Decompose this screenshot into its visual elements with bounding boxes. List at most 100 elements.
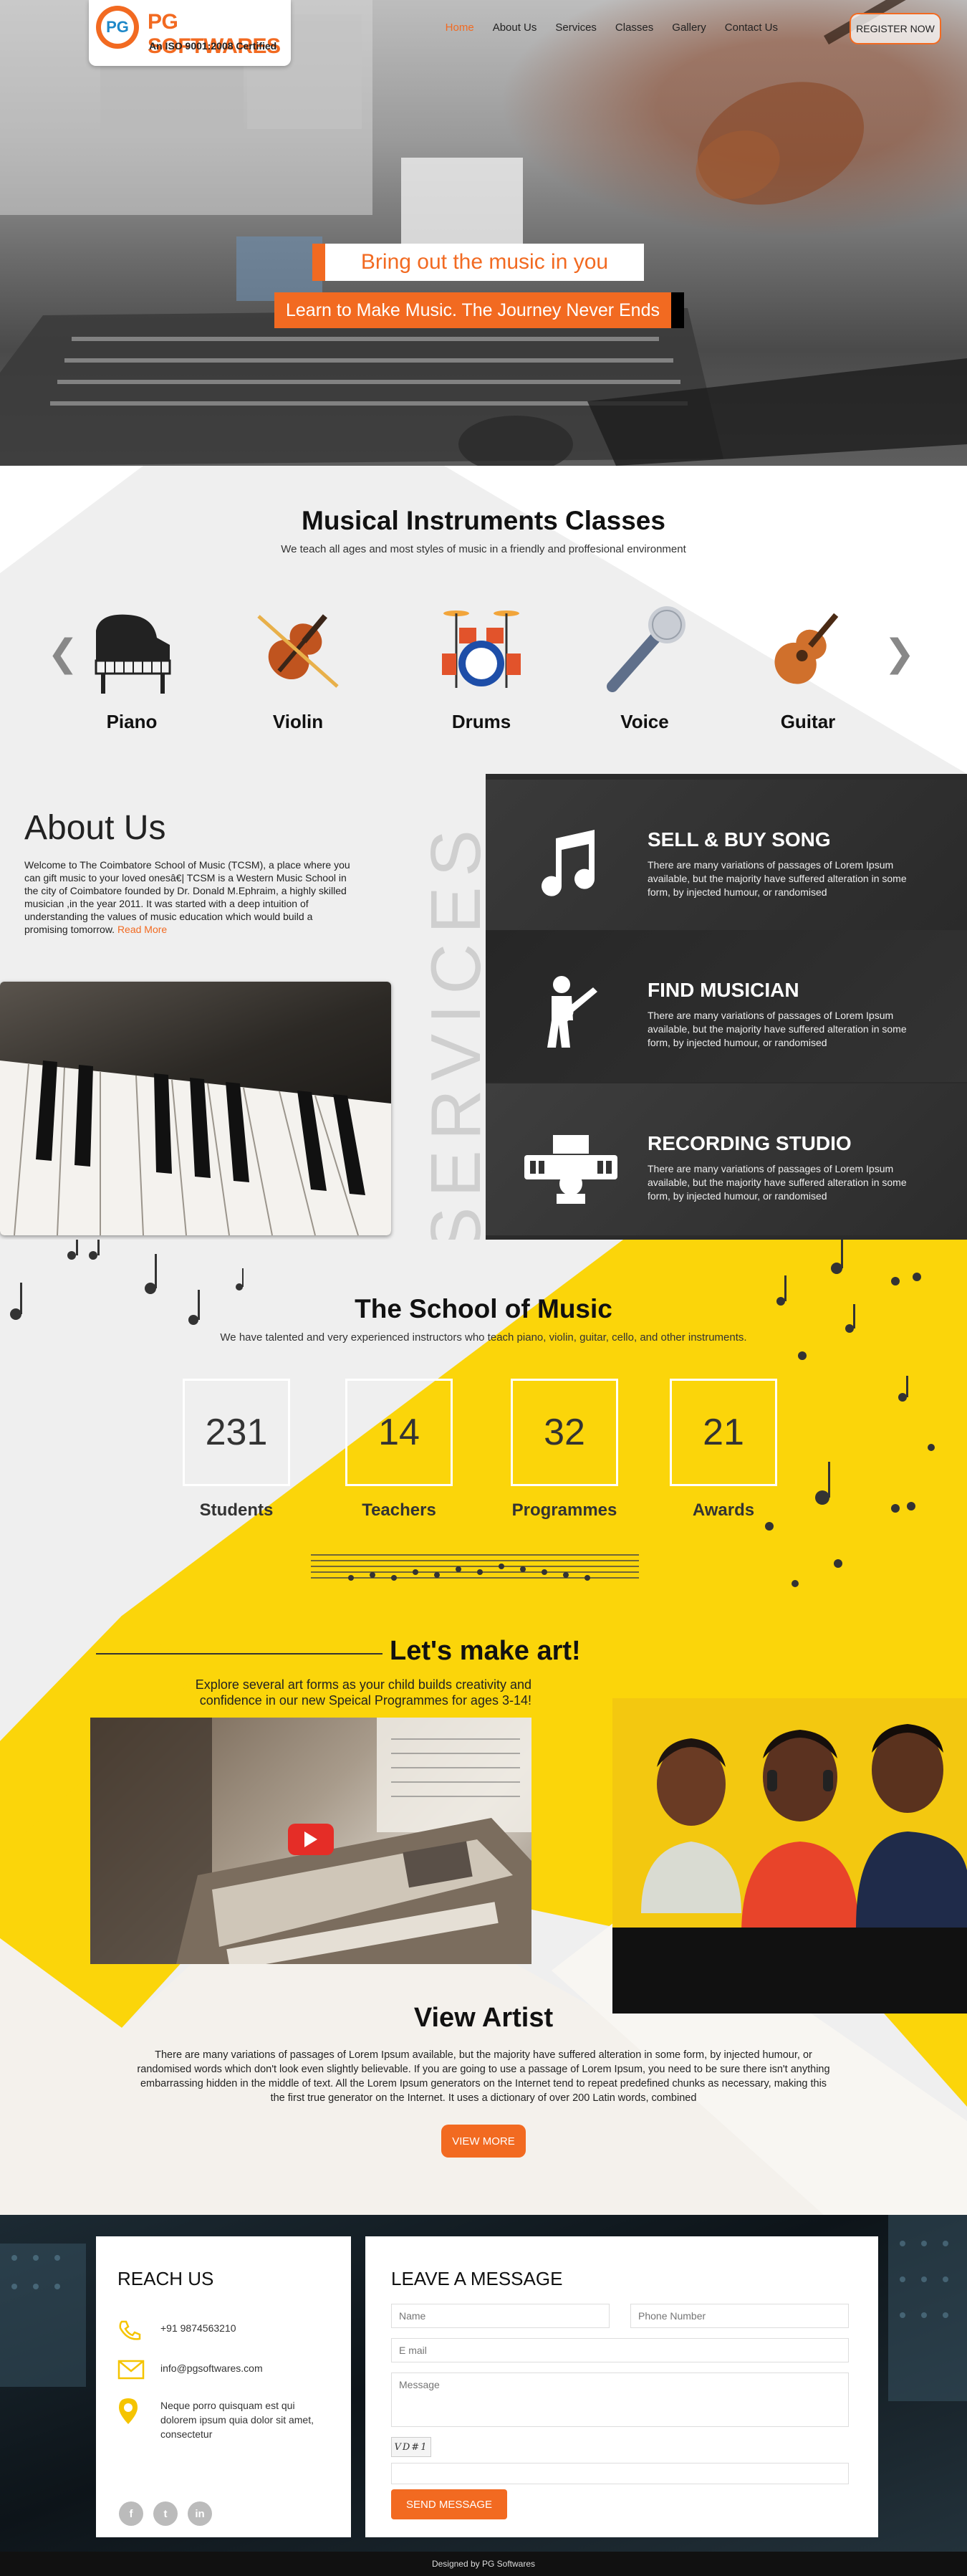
class-item-violin[interactable]: Violin [234,602,362,733]
class-label-drums: Drums [451,711,511,732]
school-subtitle: We have talented and very experienced in… [220,1331,747,1344]
class-item-voice[interactable]: Voice [580,602,709,733]
play-icon[interactable] [288,1824,334,1855]
classes-subtitle: We teach all ages and most styles of mus… [281,543,686,555]
stat-teachers: 14 Teachers [345,1379,453,1521]
class-label-voice: Voice [620,711,669,732]
class-label-guitar: Guitar [780,711,836,732]
classes-section: Musical Instruments Classes We teach all… [0,466,967,774]
guitar-icon [774,613,839,684]
art-divider [96,1653,383,1655]
view-more-button[interactable]: VIEW MORE [441,2125,526,2158]
classes-title: Musical Instruments Classes [302,506,665,535]
stat-value: 14 [345,1379,453,1486]
brand-certification: An ISO 9001:2008 Certified [149,40,277,52]
mail-icon [117,2360,145,2380]
services-watermark: SERVICES [416,820,495,1240]
contact-section: REACH US +91 9874563210 info@pgsoftwares… [0,2215,967,2552]
service-text: There are many variations of passages of… [648,1163,907,1202]
nav-gallery[interactable]: Gallery [672,21,706,34]
violin-icon [257,614,339,688]
nav-home[interactable]: Home [446,21,474,34]
send-message-button[interactable]: SEND MESSAGE [391,2489,507,2519]
service-text: There are many variations of passages of… [648,1010,907,1048]
drums-icon [442,611,521,688]
reach-us-title: REACH US [117,2268,214,2289]
class-item-guitar[interactable]: Guitar [744,602,872,733]
microphone-icon [607,606,685,692]
logo[interactable]: PG PG SOFTWARES An ISO 9001:2008 Certifi… [89,0,291,66]
leave-message-card: LEAVE A MESSAGE VD#1 SEND MESSAGE [365,2236,878,2537]
stat-label: Awards [692,1500,755,1520]
service-item-recording-studio[interactable]: RECORDING STUDIO There are many variatio… [486,1083,967,1235]
artist-title: View Artist [413,2003,554,2033]
music-note-icon [542,830,595,896]
phone-number[interactable]: +91 9874563210 [160,2321,332,2335]
chevron-right-icon[interactable]: ❯ [884,632,915,675]
message-textarea[interactable] [391,2372,849,2427]
class-label-piano: Piano [106,711,158,732]
phone-icon [119,2320,141,2340]
art-video[interactable] [90,1718,531,1964]
services-panel: SELL & BUY SONG There are many variation… [486,774,967,1240]
twitter-icon[interactable]: t [153,2501,178,2526]
art-title: Let's make art! [390,1636,581,1666]
reach-us-card: REACH US +91 9874563210 info@pgsoftwares… [96,2236,351,2537]
studio-icon [524,1135,617,1204]
about-services-section: About Us Welcome to The Coimbatore Schoo… [0,774,967,1240]
footer-credit: Designed by PG Softwares [431,2559,536,2569]
email-input[interactable] [391,2338,849,2362]
studio-background-image [0,0,967,466]
location-pin-icon [119,2398,138,2424]
about-text: Welcome to The Coimbatore School of Musi… [24,859,350,935]
school-section: The School of Music We have talented and… [0,1240,967,2215]
service-text: There are many variations of passages of… [648,859,907,898]
nav-contact-us[interactable]: Contact Us [725,21,778,34]
school-title: The School of Music [355,1294,612,1323]
nav-services[interactable]: Services [555,21,597,34]
guitarist-icon [547,976,597,1048]
captcha-image: VD#1 [391,2437,431,2457]
stat-value: 21 [670,1379,777,1486]
about-title: About Us [24,809,166,847]
stat-label: Students [199,1500,274,1520]
logo-emblem-icon: PG [96,6,139,49]
artist-text: There are many variations of passages of… [137,2049,830,2104]
service-item-find-musician[interactable]: FIND MUSICIAN There are many variations … [486,930,967,1082]
email-address[interactable]: info@pgsoftwares.com [160,2361,332,2375]
name-input[interactable] [391,2304,610,2328]
stat-label: Programmes [511,1500,617,1520]
phone-number-input[interactable] [630,2304,849,2328]
linkedin-icon[interactable]: in [188,2501,212,2526]
register-now-button[interactable]: REGISTER NOW [850,13,941,44]
captcha-input[interactable] [391,2463,849,2484]
stat-value: 231 [183,1379,290,1486]
stat-programmes: 32 Programmes [511,1379,618,1521]
leave-message-title: LEAVE A MESSAGE [391,2268,563,2289]
class-label-violin: Violin [272,711,324,732]
stat-awards: 21 Awards [670,1379,777,1521]
piano-icon [95,614,171,694]
nav-classes[interactable]: Classes [615,21,653,34]
stat-value: 32 [511,1379,618,1486]
piano-keys-image [0,982,391,1235]
address-text: Neque porro quisquam est qui dolorem ips… [160,2400,314,2440]
site-header: PG PG SOFTWARES An ISO 9001:2008 Certifi… [0,0,967,66]
class-item-piano[interactable]: Piano [67,602,196,733]
service-title: FIND MUSICIAN [648,979,799,1001]
site-footer: Designed by PG Softwares [0,2552,967,2576]
art-subtitle: Explore several art forms as your child … [195,1677,531,1708]
service-title: RECORDING STUDIO [648,1132,852,1154]
hero-subline: Learn to Make Music. The Journey Never E… [274,292,684,328]
hero-section: PG PG SOFTWARES An ISO 9001:2008 Certifi… [0,0,967,466]
facebook-icon[interactable]: f [119,2501,143,2526]
stat-label: Teachers [362,1500,436,1520]
service-title: SELL & BUY SONG [648,828,831,851]
stat-students: 231 Students [183,1379,290,1521]
read-more-link[interactable]: Read More [117,924,167,935]
class-item-drums[interactable]: Drums [417,602,546,733]
service-item-sell-buy-song[interactable]: SELL & BUY SONG There are many variation… [486,780,967,932]
hero-headline: Bring out the music in you [312,244,644,281]
nav-about-us[interactable]: About Us [493,21,537,34]
main-nav: Home About Us Services Classes Gallery C… [446,21,778,34]
